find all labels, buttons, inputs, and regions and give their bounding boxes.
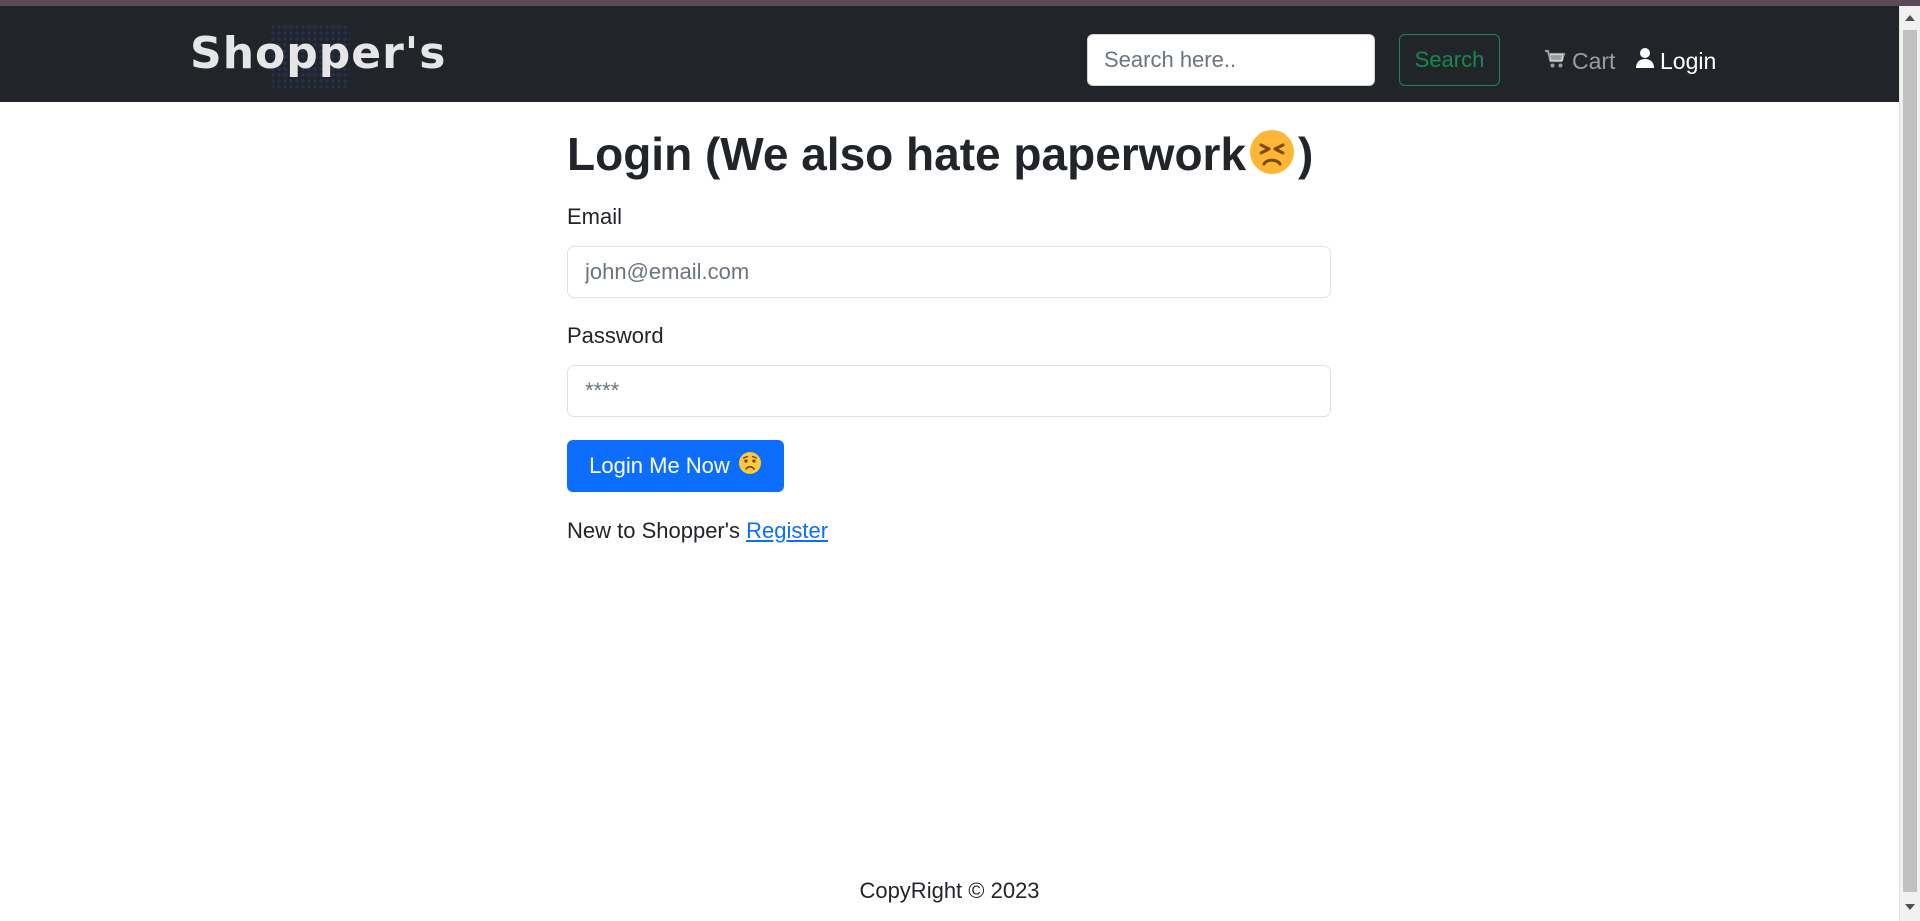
search-button[interactable]: Search [1399, 34, 1500, 86]
password-field[interactable] [567, 365, 1331, 417]
brand-logo[interactable]: Shopper's [190, 23, 446, 85]
register-link[interactable]: Register [746, 518, 828, 543]
search-input[interactable] [1087, 34, 1375, 86]
email-field[interactable] [567, 246, 1331, 298]
page-title-text: Login (We also hate paperwork [567, 128, 1247, 180]
register-prompt: New to Shopper's Register [567, 518, 828, 544]
page-title-close: ) [1298, 128, 1314, 180]
copyright-text: CopyRight © 2023 [859, 878, 1040, 903]
login-form-container: Login (We also hate paperwork ) Email Pa… [567, 120, 1331, 543]
page: Shopper's Search Cart Login [0, 0, 1920, 921]
password-label: Password [567, 323, 664, 348]
nav-login-link[interactable]: Login [1636, 44, 1716, 78]
nav-cart-link[interactable]: Cart [1544, 44, 1615, 78]
nav-login-label: Login [1660, 48, 1717, 74]
navbar: Shopper's Search Cart Login [0, 6, 1899, 102]
vertical-scrollbar[interactable] [1899, 6, 1920, 921]
page-title: Login (We also hate paperwork ) [567, 120, 1331, 188]
login-submit-button[interactable]: Login Me Now [567, 440, 784, 492]
register-prompt-text: New to Shopper's [567, 518, 740, 543]
scroll-down-arrow-icon[interactable] [1905, 904, 1915, 910]
scrollbar-thumb[interactable] [1903, 30, 1917, 892]
persevering-face-icon [1248, 126, 1296, 174]
worried-face-icon [730, 451, 762, 481]
user-icon [1636, 44, 1660, 78]
footer: CopyRight © 2023 [0, 878, 1899, 904]
scroll-up-arrow-icon[interactable] [1905, 15, 1915, 21]
login-button-label: Login Me Now [589, 453, 730, 478]
nav-cart-label: Cart [1572, 48, 1616, 74]
cart-icon [1544, 44, 1572, 78]
email-label: Email [567, 204, 623, 229]
